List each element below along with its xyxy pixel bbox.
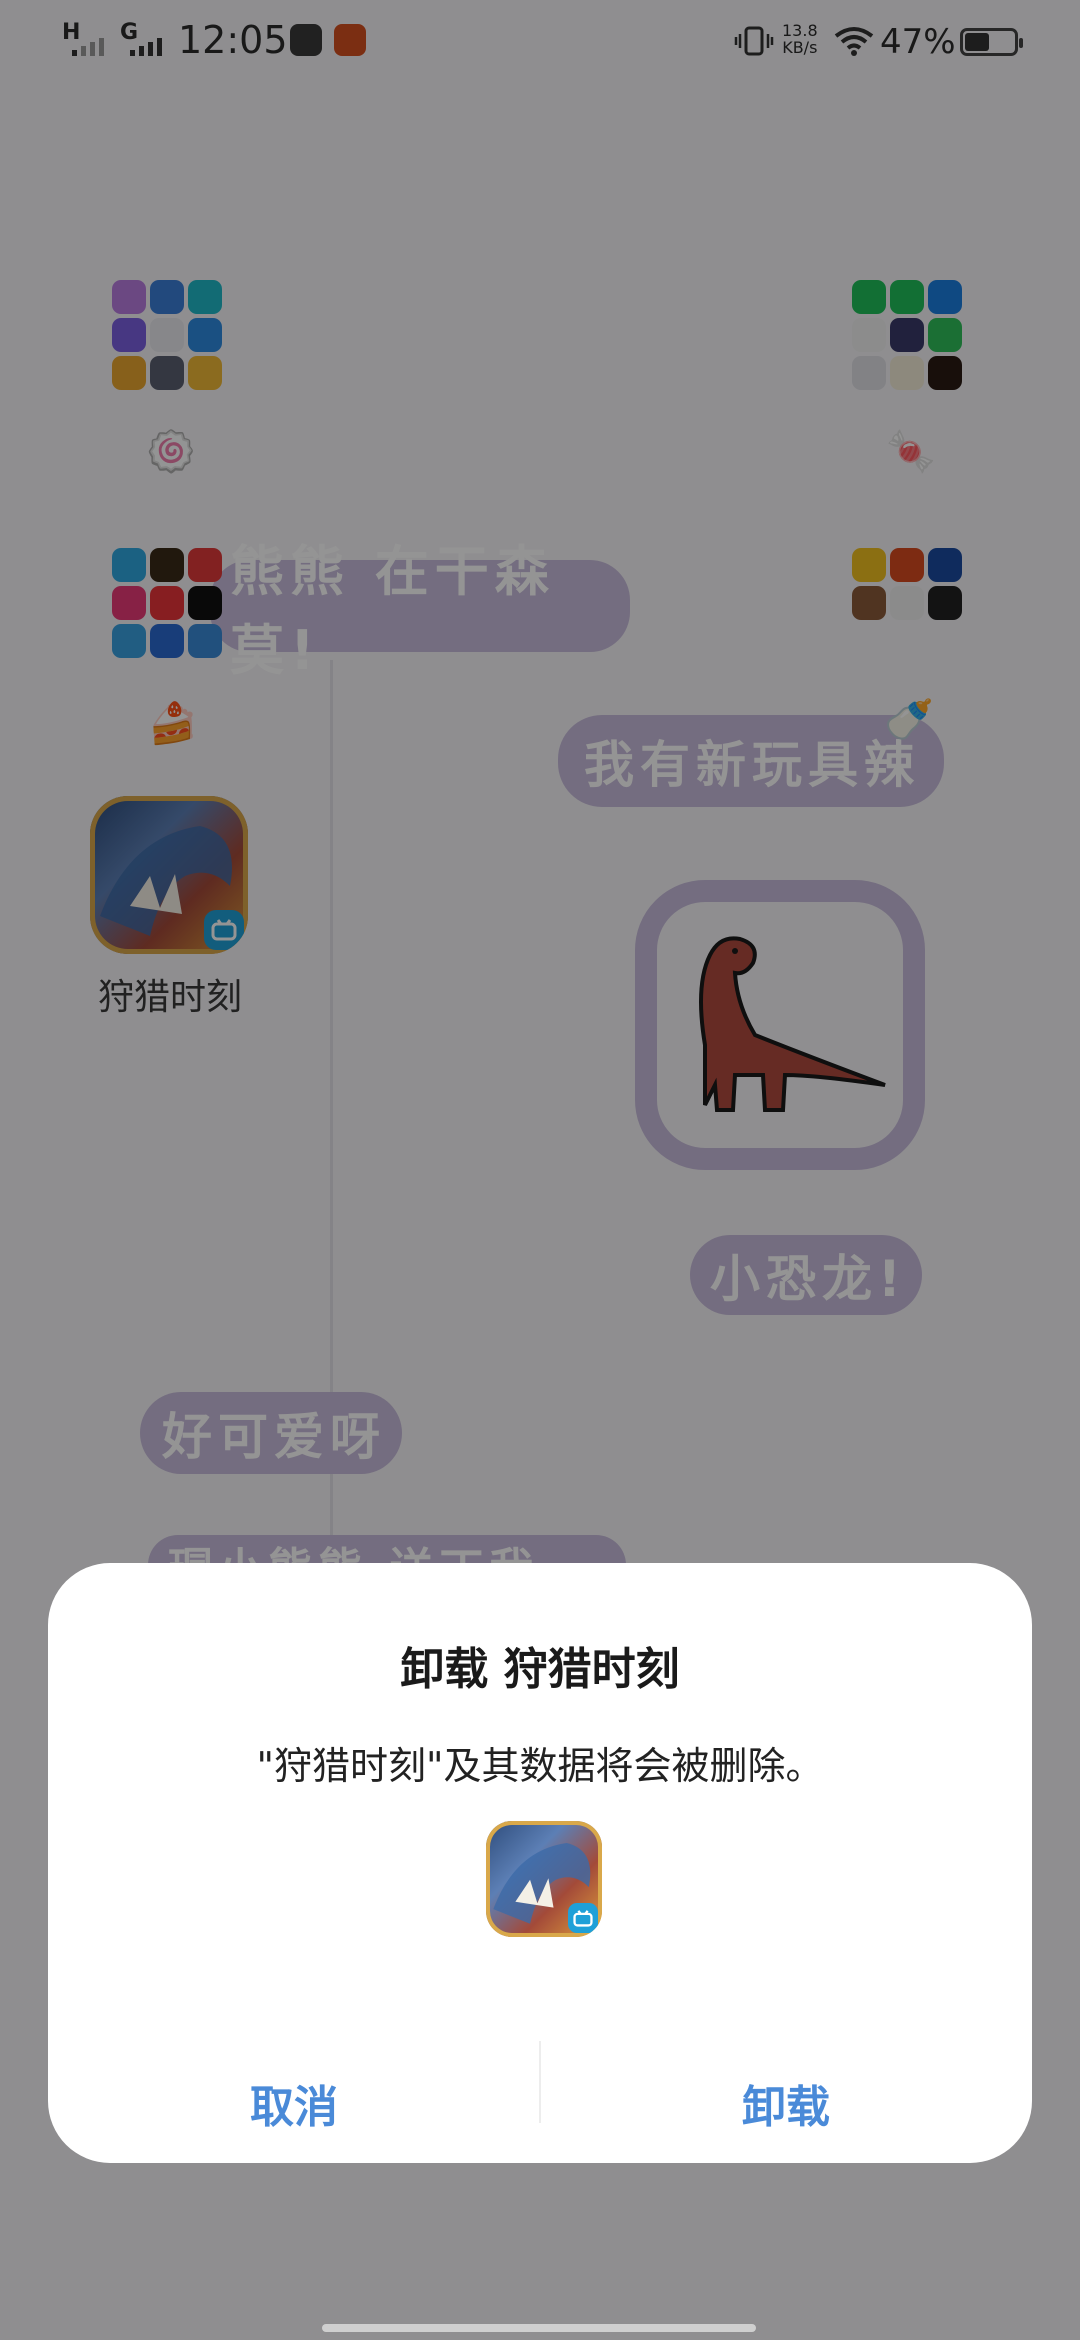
dialog-app-icon xyxy=(486,1821,602,1937)
bilibili-badge-icon xyxy=(568,1903,598,1933)
home-indicator[interactable] xyxy=(322,2324,756,2332)
uninstall-dialog: 卸载 狩猎时刻 "狩猎时刻"及其数据将会被删除。 取消 卸载 xyxy=(48,1563,1032,2163)
cancel-button[interactable]: 取消 xyxy=(48,2043,540,2163)
uninstall-button[interactable]: 卸载 xyxy=(540,2043,1032,2163)
dialog-message: "狩猎时刻"及其数据将会被删除。 xyxy=(256,1744,824,1788)
dialog-title: 卸载 狩猎时刻 xyxy=(400,1644,680,1695)
